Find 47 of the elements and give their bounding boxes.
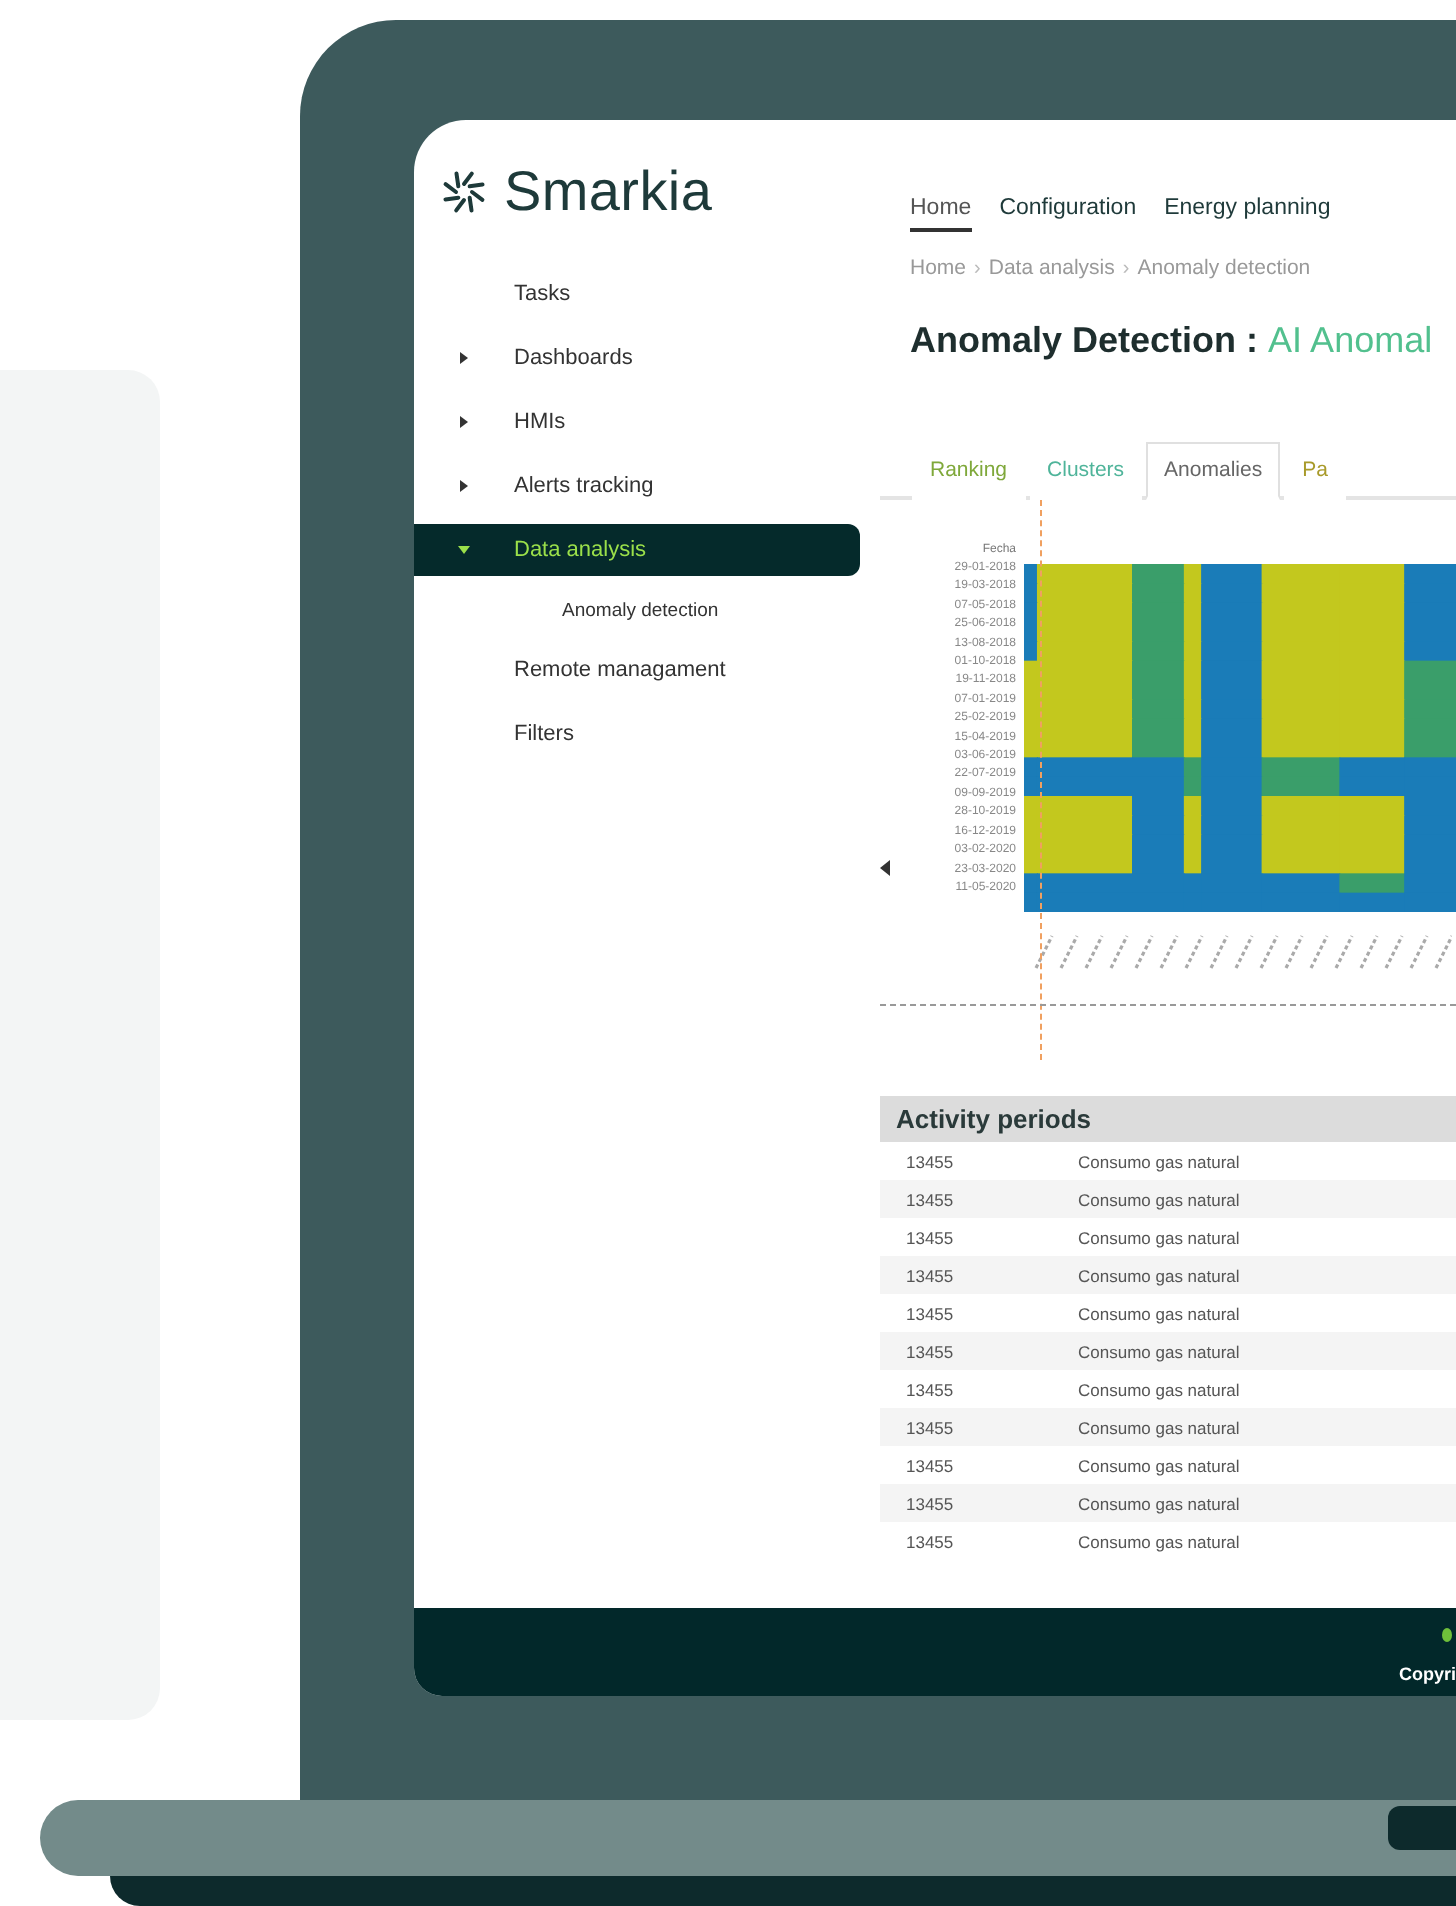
table-cell: Consumo gas natural xyxy=(1078,1379,1240,1399)
logo-icon xyxy=(440,168,488,216)
logo-text: Smarkia xyxy=(504,160,713,224)
table-cell-text: 13455 xyxy=(904,1151,956,1171)
table-cell-text: 13455 xyxy=(904,1417,956,1437)
sidebar-item[interactable]: Remote managament xyxy=(414,644,860,696)
table-cell: Consumo gas natural xyxy=(1078,1303,1240,1323)
table-cell: Consumo gas natural xyxy=(1078,1227,1240,1247)
nav-link[interactable]: Home xyxy=(910,196,972,232)
table-cell: Consumo gas natural xyxy=(1078,1151,1240,1171)
table-cell-text: 13455 xyxy=(904,1379,956,1399)
sidebar-item[interactable]: Data analysis xyxy=(414,524,860,576)
breadcrumb-separator: › xyxy=(974,257,981,279)
table-cell: Consumo gas natural xyxy=(1078,1265,1240,1285)
table-cell: Consumo gas natural xyxy=(1078,1531,1240,1551)
table-cell-text: 13455 xyxy=(904,1493,956,1513)
sidebar-item[interactable]: Alerts tracking xyxy=(414,460,860,512)
collapse-arrow-icon[interactable] xyxy=(880,860,890,876)
sidebar-subitem[interactable]: Anomaly detection xyxy=(414,588,880,632)
copyright-text: Copyri xyxy=(1398,1664,1456,1684)
caret-down-icon xyxy=(458,544,470,556)
caret-right-icon xyxy=(458,416,470,428)
table-cell: Consumo gas natural xyxy=(1078,1417,1240,1437)
breadcrumb-separator: › xyxy=(1122,257,1130,279)
table-cell-text: 13455 xyxy=(904,1455,956,1475)
table-header: Activity periods xyxy=(880,1096,1456,1142)
nav-link[interactable]: Configuration xyxy=(999,196,1137,232)
caret-right-icon xyxy=(458,480,470,492)
table-cell: Consumo gas natural xyxy=(1078,1341,1240,1361)
page-title: Anomaly Detection : AI Anomal xyxy=(910,320,1435,362)
nav-link[interactable]: Energy planning xyxy=(1164,196,1331,232)
sidebar-item[interactable]: HMIs xyxy=(414,396,860,448)
table-cell-text: 13455 xyxy=(904,1189,956,1209)
sidebar-item[interactable]: Dashboards xyxy=(414,332,860,384)
tab[interactable]: Anomalies xyxy=(1146,442,1281,500)
caret-right-icon xyxy=(458,352,470,364)
table-cell-text: 13455 xyxy=(904,1227,956,1247)
table-cell: Consumo gas natural xyxy=(1078,1189,1240,1209)
sidebar-item[interactable]: Filters xyxy=(414,708,860,760)
table-cell: Consumo gas natural xyxy=(1078,1493,1240,1513)
table-cell-text: 13455 xyxy=(904,1265,956,1285)
table-cell: Consumo gas natural xyxy=(1078,1455,1240,1475)
table-cell-text: 13455 xyxy=(904,1303,956,1323)
table-cell-text: 13455 xyxy=(904,1341,956,1361)
table-cell-text: 13455 xyxy=(904,1531,956,1551)
laptop-notch xyxy=(1388,1806,1456,1850)
sidebar-item[interactable]: Tasks xyxy=(414,268,860,320)
